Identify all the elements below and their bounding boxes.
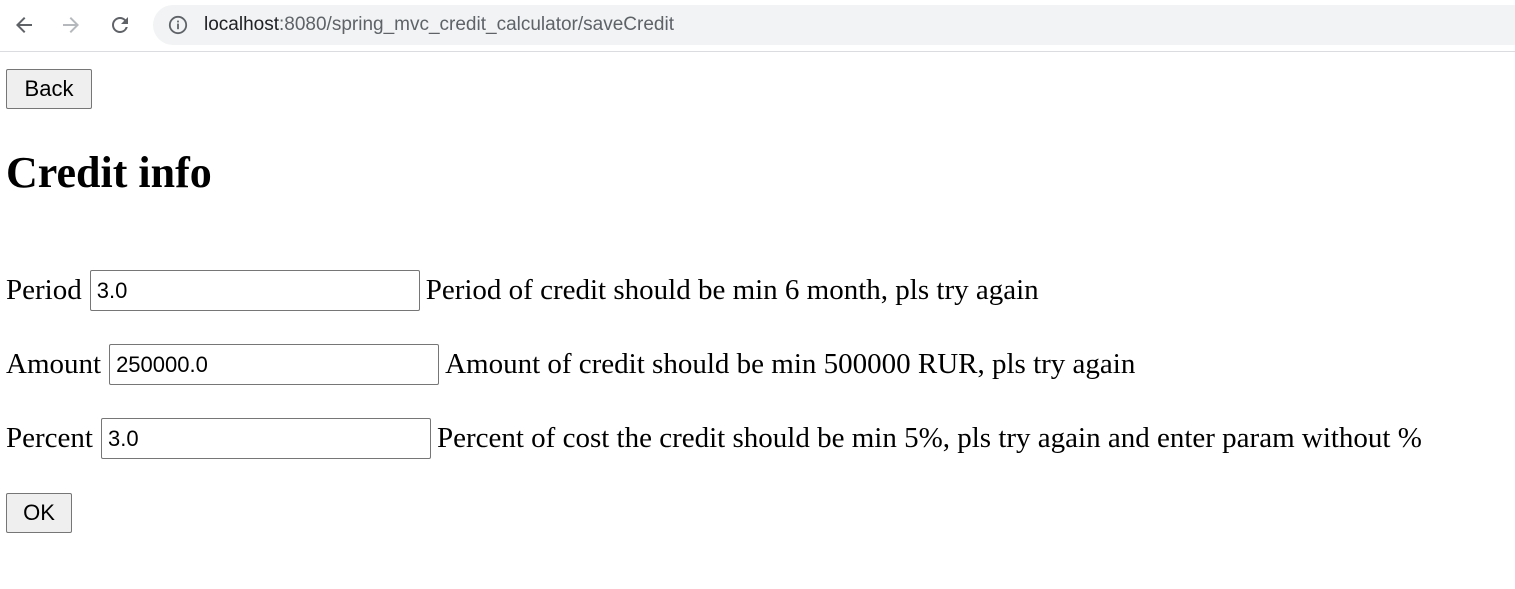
url-text[interactable]: localhost:8080/spring_mvc_credit_calcula… bbox=[204, 14, 674, 36]
url-host: localhost bbox=[204, 14, 279, 35]
amount-row: Amount Amount of credit should be min 50… bbox=[6, 343, 1135, 385]
browser-toolbar: localhost:8080/spring_mvc_credit_calcula… bbox=[0, 0, 1515, 52]
arrow-left-icon bbox=[16, 17, 32, 33]
amount-input[interactable] bbox=[109, 343, 440, 385]
percent-error-message: Percent of cost the credit should be min… bbox=[436, 421, 1422, 454]
reload-button[interactable] bbox=[104, 8, 136, 42]
info-icon[interactable] bbox=[168, 15, 188, 35]
ok-button[interactable]: OK bbox=[6, 493, 72, 533]
amount-error-message: Amount of credit should be min 500000 RU… bbox=[445, 347, 1136, 380]
back-navigation-button[interactable] bbox=[8, 8, 40, 42]
address-bar[interactable]: localhost:8080/spring_mvc_credit_calcula… bbox=[153, 5, 1515, 45]
page-title: Credit info bbox=[6, 148, 212, 197]
period-error-message: Period of credit should be min 6 month, … bbox=[425, 273, 1039, 306]
percent-label: Percent bbox=[6, 421, 93, 454]
url-path: :8080/spring_mvc_credit_calculator/saveC… bbox=[279, 14, 674, 35]
arrow-right-icon bbox=[63, 17, 79, 33]
reload-icon bbox=[112, 17, 128, 33]
amount-label: Amount bbox=[6, 347, 102, 380]
percent-input[interactable] bbox=[100, 417, 431, 459]
period-input[interactable] bbox=[89, 269, 420, 311]
back-button[interactable]: Back bbox=[6, 69, 92, 109]
period-label: Period bbox=[6, 273, 82, 306]
forward-navigation-button[interactable] bbox=[55, 8, 87, 42]
percent-row: Percent Percent of cost the credit shoul… bbox=[6, 417, 1422, 459]
period-row: Period Period of credit should be min 6 … bbox=[6, 269, 1039, 311]
